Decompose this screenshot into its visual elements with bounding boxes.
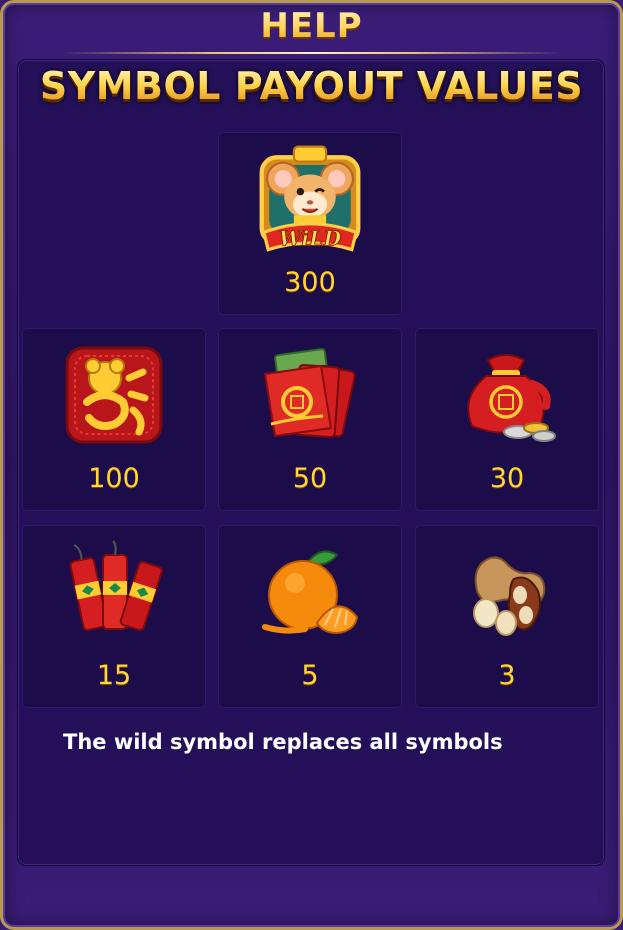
help-title: HELP	[0, 6, 623, 46]
wild-badge: WiLD	[279, 226, 342, 250]
title-divider	[60, 52, 563, 54]
payout-value: 100	[88, 463, 140, 494]
symbol-cell-bag: 30	[415, 328, 599, 511]
orange-icon	[262, 550, 359, 635]
firecracker-icon	[69, 540, 163, 632]
symbol-cell-charm: 100	[22, 328, 206, 511]
payout-value: 5	[301, 660, 319, 691]
peanut-icon	[473, 556, 546, 636]
fortune-charm-icon	[65, 346, 163, 444]
money-bag-icon	[467, 354, 556, 442]
symbol-cell-orange: 5	[218, 525, 402, 708]
red-envelope-icon	[263, 348, 356, 439]
page-title: SYMBOL PAYOUT VALUES	[0, 64, 623, 108]
payout-value: 30	[489, 463, 525, 494]
symbol-cell-envelope: 50	[218, 328, 402, 511]
wild-mouse-icon: WiLD	[259, 145, 361, 252]
payout-value: 300	[284, 267, 336, 298]
symbol-cell-firecracker: 15	[22, 525, 206, 708]
payout-value: 3	[498, 660, 516, 691]
payout-value: 50	[292, 463, 328, 494]
payout-value: 15	[96, 660, 132, 691]
symbol-cell-wild: WiLD 300	[218, 132, 402, 315]
wild-rule-text: The wild symbol replaces all symbols	[63, 730, 503, 754]
symbol-cell-peanut: 3	[415, 525, 599, 708]
